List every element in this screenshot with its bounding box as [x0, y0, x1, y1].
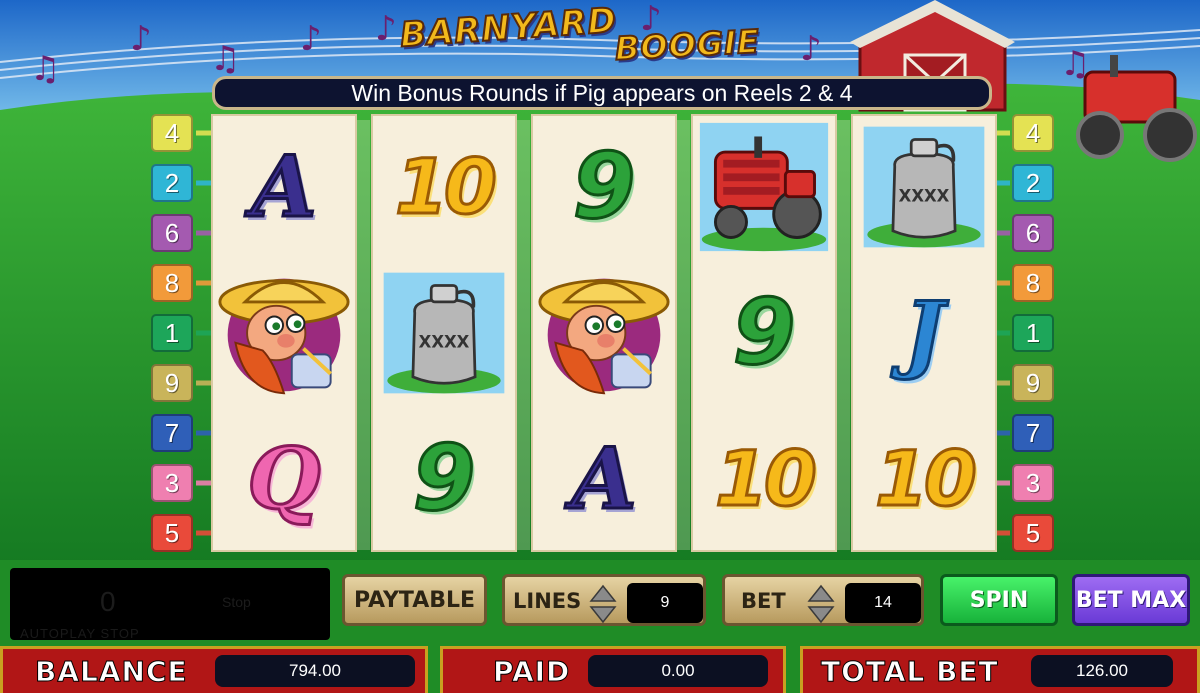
- symbol-A: A: [570, 429, 638, 528]
- payline-tab-left[interactable]: 2: [151, 164, 193, 202]
- reel-symbol: A: [211, 114, 357, 260]
- moonshine-jug-symbol-icon: XXXX: [851, 114, 997, 260]
- lines-selector: LINES 9: [502, 574, 706, 626]
- bet-selector: BET 14: [722, 574, 924, 626]
- symbol-9: 9: [571, 134, 637, 239]
- total-bet-bar: TOTAL BET 126.00: [800, 646, 1200, 693]
- paytable-button[interactable]: PAYTABLE: [342, 574, 487, 626]
- svg-text:♪: ♪: [300, 19, 322, 59]
- lines-value: 9: [627, 583, 703, 623]
- svg-text:♪: ♪: [130, 19, 152, 59]
- svg-text:XXXX: XXXX: [899, 187, 950, 206]
- reel-3: 9 A: [531, 114, 677, 552]
- spin-button[interactable]: SPIN: [940, 574, 1058, 626]
- reel-symbol: Q: [211, 406, 357, 552]
- symbol-J: J: [903, 283, 946, 382]
- reel-1: A Q: [211, 114, 357, 552]
- control-panel: 0 Stop AUTOPLAY STOP PAYTABLE LINES 9 BE…: [0, 560, 1200, 693]
- reel-symbol: 9: [371, 406, 517, 552]
- svg-text:♫: ♫: [30, 49, 60, 89]
- farmer-symbol-icon: [531, 260, 677, 406]
- payline-tab-right[interactable]: 3: [1012, 464, 1054, 502]
- slot-game: ♫ ♪ ♫ ♪ ♪ ♪ ♪ ♫ BARNYARD BOOGIE Win Bonu…: [0, 0, 1200, 693]
- payline-tab-left[interactable]: 6: [151, 214, 193, 252]
- paid-bar: PAID 0.00: [440, 646, 786, 693]
- reel-symbol: 9: [531, 114, 677, 260]
- autoplay-stop-label[interactable]: Stop: [222, 594, 251, 610]
- payline-tab-right[interactable]: 5: [1012, 514, 1054, 552]
- symbol-Q: Q: [246, 429, 322, 528]
- autoplay-hint: AUTOPLAY STOP: [20, 626, 140, 641]
- payline-tab-left[interactable]: 8: [151, 264, 193, 302]
- payline-tab-right[interactable]: 8: [1012, 264, 1054, 302]
- payline-tab-left[interactable]: 9: [151, 364, 193, 402]
- symbol-9: 9: [411, 426, 477, 531]
- bet-value: 14: [845, 583, 921, 623]
- logo-word-1: BARNYARD: [398, 0, 619, 57]
- reel-symbol: 10: [371, 114, 517, 260]
- reel-4: 9 10: [691, 114, 837, 552]
- payline-tab-right[interactable]: 7: [1012, 414, 1054, 452]
- symbol-9: 9: [731, 280, 797, 385]
- payline-tab-left[interactable]: 1: [151, 314, 193, 352]
- payline-tab-right[interactable]: 1: [1012, 314, 1054, 352]
- lines-label: LINES: [513, 589, 582, 613]
- payline-tab-left[interactable]: 3: [151, 464, 193, 502]
- svg-text:♪: ♪: [800, 29, 822, 69]
- lines-arrows-icon[interactable]: [589, 583, 617, 625]
- total-bet-label: TOTAL BET: [821, 655, 999, 689]
- logo-word-2: BOOGIE: [613, 21, 762, 69]
- farmer-symbol-icon: [211, 260, 357, 406]
- payline-tab-left[interactable]: 4: [151, 114, 193, 152]
- bonus-message-banner: Win Bonus Rounds if Pig appears on Reels…: [212, 76, 992, 110]
- bet-arrows-icon[interactable]: [807, 583, 835, 625]
- balance-value: 794.00: [215, 655, 415, 687]
- reel-symbol: J: [851, 260, 997, 406]
- paid-value: 0.00: [588, 655, 768, 687]
- autoplay-count: 0: [100, 586, 116, 617]
- reel-5: XXXX J 10: [851, 114, 997, 552]
- svg-text:♪: ♪: [375, 9, 397, 49]
- symbol-10: 10: [714, 434, 819, 523]
- svg-text:XXXX: XXXX: [419, 333, 470, 352]
- payline-tab-right[interactable]: 9: [1012, 364, 1054, 402]
- svg-text:♫: ♫: [210, 39, 240, 79]
- symbol-A: A: [250, 137, 318, 236]
- moonshine-jug-symbol-icon: XXXX: [371, 260, 517, 406]
- paid-label: PAID: [492, 655, 571, 689]
- payline-tab-left[interactable]: 5: [151, 514, 193, 552]
- payline-tab-left[interactable]: 7: [151, 414, 193, 452]
- payline-tab-right[interactable]: 2: [1012, 164, 1054, 202]
- reel-2: 10 XXXX 9: [371, 114, 517, 552]
- autoplay-panel[interactable]: 0 Stop AUTOPLAY STOP: [10, 568, 330, 641]
- game-logo: BARNYARD BOOGIE: [398, 0, 762, 72]
- symbol-10: 10: [874, 434, 979, 523]
- bet-label: BET: [741, 589, 786, 613]
- payline-tab-right[interactable]: 6: [1012, 214, 1054, 252]
- bet-max-button[interactable]: BET MAX: [1072, 574, 1190, 626]
- reel-symbol: 9: [691, 260, 837, 406]
- total-bet-value: 126.00: [1031, 655, 1173, 687]
- tractor-symbol-icon: [691, 114, 837, 260]
- payline-tab-right[interactable]: 4: [1012, 114, 1054, 152]
- balance-label: BALANCE: [35, 655, 188, 689]
- balance-bar: BALANCE 794.00: [0, 646, 428, 693]
- reel-symbol: 10: [851, 406, 997, 552]
- reel-symbol: A: [531, 406, 677, 552]
- symbol-10: 10: [394, 142, 499, 231]
- reel-symbol: 10: [691, 406, 837, 552]
